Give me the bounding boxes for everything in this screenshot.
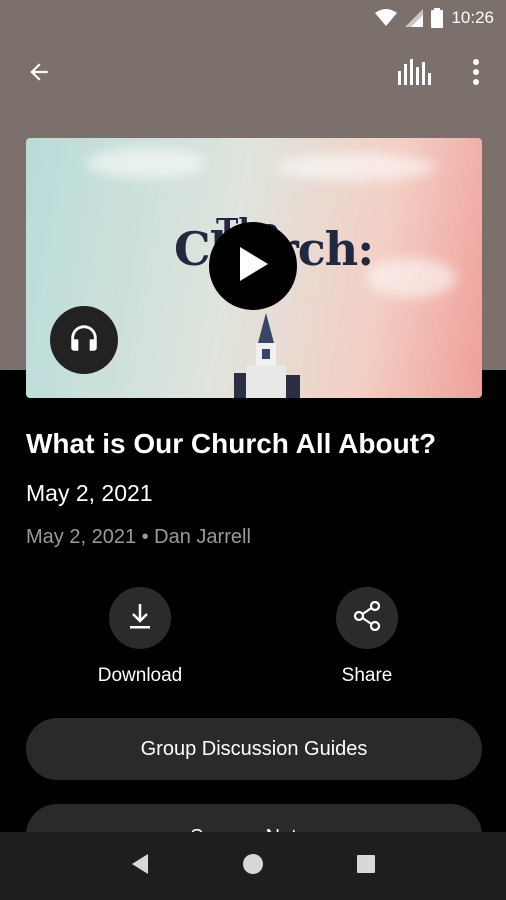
share-icon [353,600,381,636]
download-label: Download [97,665,183,686]
play-icon [236,245,270,288]
battery-icon [431,8,444,28]
nav-recents-button[interactable] [346,846,386,886]
share-label: Share [341,665,393,686]
equalizer-bars-icon [397,58,431,90]
artwork-cloud [86,148,206,178]
wifi-icon [375,9,398,27]
arrow-back-icon [26,59,52,90]
more-options-button[interactable] [452,50,500,98]
back-button[interactable] [15,50,63,98]
square-recents-icon [356,854,376,879]
sermon-artwork: The Church: [26,138,482,398]
download-button[interactable]: Download [80,587,200,687]
headphones-icon [67,321,101,360]
nav-home-button[interactable] [233,846,273,886]
church-steeple-illustration [234,313,300,398]
sermon-title: What is Our Church All About? [26,428,437,459]
download-circle[interactable] [109,587,171,649]
play-button[interactable] [209,222,297,310]
sermon-date: May 2, 2021 [26,480,153,506]
nav-back-button[interactable] [120,846,160,886]
app-bar [0,46,506,102]
share-circle[interactable] [336,587,398,649]
sermon-meta: May 2, 2021 • Dan Jarrell [26,526,251,548]
status-bar: 10:26 [0,0,506,36]
listen-audio-button[interactable] [50,306,118,374]
signal-icon [405,9,424,27]
group-discussion-guides-button[interactable]: Group Discussion Guides [26,718,482,780]
artwork-cloud [276,153,436,181]
system-navigation-bar [0,832,506,900]
more-vert-icon [472,58,480,90]
artwork-cloud [366,258,456,298]
share-button[interactable]: Share [307,587,427,687]
circle-home-icon [242,853,264,880]
download-icon [127,602,153,635]
triangle-back-icon [130,853,150,880]
status-time: 10:26 [451,8,494,27]
audio-visualizer-button[interactable] [390,50,438,98]
